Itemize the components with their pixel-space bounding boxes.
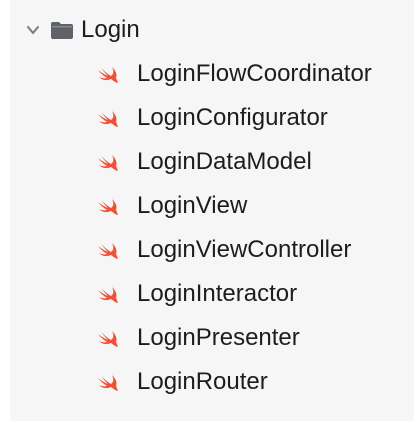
file-row[interactable]: LoginDataModel xyxy=(10,140,414,184)
file-label: LoginConfigurator xyxy=(137,104,328,131)
swift-icon xyxy=(98,155,118,171)
file-row[interactable]: LoginViewController xyxy=(10,228,414,272)
swift-icon xyxy=(98,111,118,127)
file-row[interactable]: LoginInteractor xyxy=(10,272,414,316)
folder-icon xyxy=(51,22,73,39)
file-row[interactable]: LoginPresenter xyxy=(10,316,414,360)
file-label: LoginFlowCoordinator xyxy=(137,60,372,87)
swift-icon xyxy=(98,199,118,215)
file-row[interactable]: LoginConfigurator xyxy=(10,96,414,140)
file-label: LoginView xyxy=(137,192,248,219)
file-label: LoginRouter xyxy=(137,368,268,395)
swift-icon xyxy=(98,67,118,83)
swift-icon xyxy=(98,243,118,259)
project-navigator: Login LoginFlowCoordinator LoginConfigura… xyxy=(10,0,414,421)
file-label: LoginViewController xyxy=(137,236,352,263)
file-label: LoginDataModel xyxy=(137,148,312,175)
file-label: LoginPresenter xyxy=(137,324,300,351)
file-row[interactable]: LoginFlowCoordinator xyxy=(10,52,414,96)
file-row[interactable]: LoginRouter xyxy=(10,360,414,404)
file-row[interactable]: LoginView xyxy=(10,184,414,228)
folder-label: Login xyxy=(81,16,140,43)
swift-icon xyxy=(98,331,118,347)
swift-icon xyxy=(98,375,118,391)
chevron-down-icon[interactable] xyxy=(26,23,40,37)
file-label: LoginInteractor xyxy=(137,280,298,307)
folder-row-login[interactable]: Login xyxy=(10,8,414,52)
swift-icon xyxy=(98,287,118,303)
